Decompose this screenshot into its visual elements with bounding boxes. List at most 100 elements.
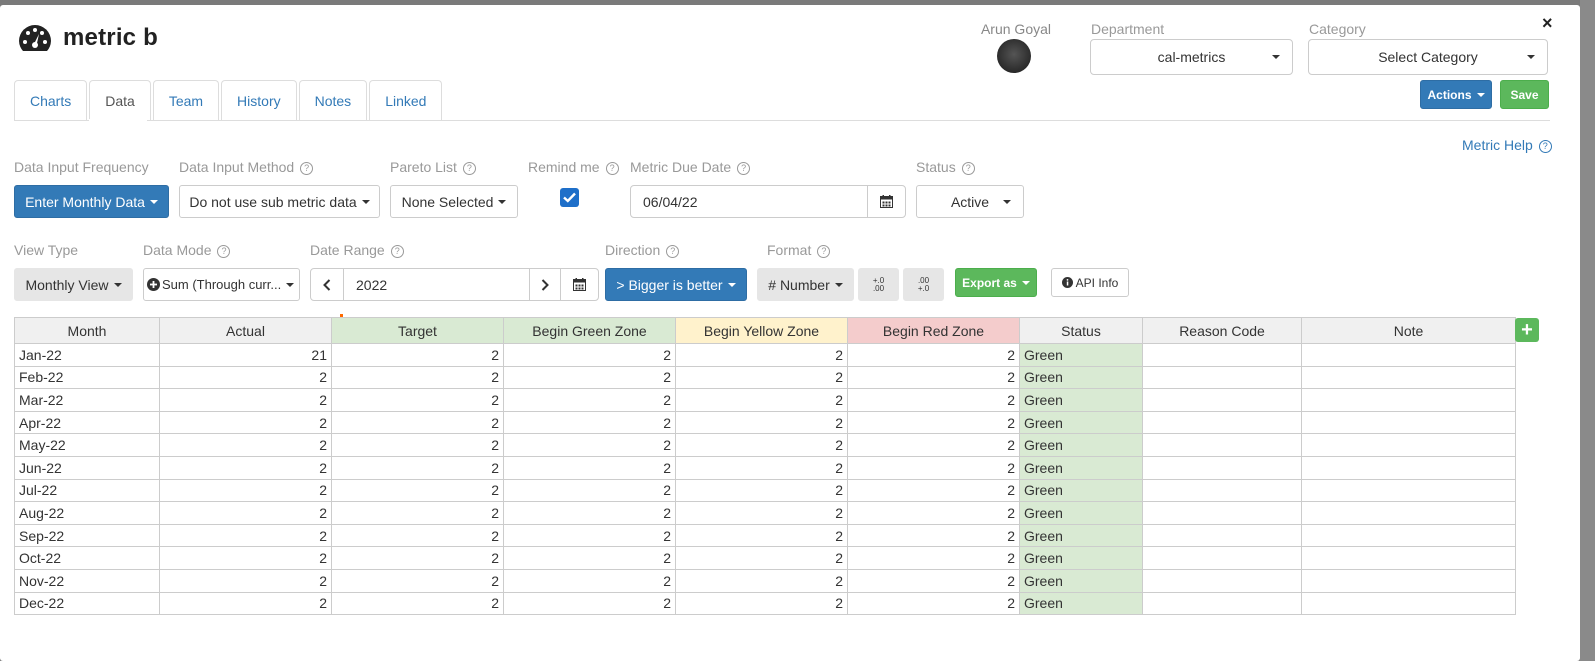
direction-dropdown[interactable]: > Bigger is better <box>605 268 747 301</box>
cell-month[interactable]: Sep-22 <box>14 523 160 548</box>
cell-month[interactable]: Jun-22 <box>14 455 160 480</box>
cell-green-zone[interactable]: 2 <box>503 546 676 570</box>
cell-actual[interactable]: 21 <box>159 343 332 367</box>
cell-red-zone[interactable]: 2 <box>847 433 1020 457</box>
cell-month[interactable]: Apr-22 <box>14 410 160 435</box>
cell-note[interactable] <box>1301 365 1516 390</box>
cell-actual[interactable]: 2 <box>159 591 332 616</box>
method-dropdown[interactable]: Do not use sub metric data <box>179 185 380 218</box>
increase-decimal-button[interactable]: +.0 .00 <box>858 268 899 301</box>
col-header-month[interactable]: Month <box>14 317 160 344</box>
cell-yellow-zone[interactable]: 2 <box>675 343 848 367</box>
status-dropdown[interactable]: Active <box>916 185 1024 218</box>
add-row-button[interactable]: + <box>1515 318 1539 342</box>
cell-reason-code[interactable] <box>1142 546 1302 570</box>
cell-green-zone[interactable]: 2 <box>503 388 676 412</box>
cell-actual[interactable]: 2 <box>159 501 332 525</box>
cell-actual[interactable]: 2 <box>159 523 332 548</box>
cell-actual[interactable]: 2 <box>159 388 332 412</box>
close-icon[interactable]: × <box>1542 13 1553 34</box>
cell-green-zone[interactable]: 2 <box>503 343 676 367</box>
cell-status[interactable]: Green <box>1019 591 1143 616</box>
api-info-button[interactable]: API Info <box>1051 268 1129 297</box>
cell-reason-code[interactable] <box>1142 478 1302 503</box>
cell-green-zone[interactable]: 2 <box>503 501 676 525</box>
cell-actual[interactable]: 2 <box>159 433 332 457</box>
cell-target[interactable]: 2 <box>331 410 504 435</box>
cell-month[interactable]: Feb-22 <box>14 365 160 390</box>
cell-status[interactable]: Green <box>1019 455 1143 480</box>
cell-target[interactable]: 2 <box>331 455 504 480</box>
cell-target[interactable]: 2 <box>331 478 504 503</box>
date-range-next-button[interactable] <box>529 268 561 301</box>
cell-reason-code[interactable] <box>1142 568 1302 593</box>
cell-month[interactable]: Aug-22 <box>14 501 160 525</box>
cell-note[interactable] <box>1301 501 1516 525</box>
cell-yellow-zone[interactable]: 2 <box>675 523 848 548</box>
cell-actual[interactable]: 2 <box>159 546 332 570</box>
tab-data[interactable]: Data <box>89 80 151 121</box>
cell-status[interactable]: Green <box>1019 546 1143 570</box>
cell-red-zone[interactable]: 2 <box>847 546 1020 570</box>
cell-reason-code[interactable] <box>1142 410 1302 435</box>
cell-red-zone[interactable]: 2 <box>847 365 1020 390</box>
cell-yellow-zone[interactable]: 2 <box>675 365 848 390</box>
cell-status[interactable]: Green <box>1019 523 1143 548</box>
cell-reason-code[interactable] <box>1142 523 1302 548</box>
pareto-dropdown[interactable]: None Selected <box>390 185 518 218</box>
date-range-input[interactable]: 2022 <box>343 268 530 301</box>
cell-green-zone[interactable]: 2 <box>503 455 676 480</box>
export-button[interactable]: Export as <box>955 268 1037 297</box>
cell-reason-code[interactable] <box>1142 365 1302 390</box>
cell-target[interactable]: 2 <box>331 343 504 367</box>
cell-yellow-zone[interactable]: 2 <box>675 410 848 435</box>
cell-actual[interactable]: 2 <box>159 365 332 390</box>
cell-note[interactable] <box>1301 591 1516 616</box>
cell-red-zone[interactable]: 2 <box>847 591 1020 616</box>
cell-yellow-zone[interactable]: 2 <box>675 388 848 412</box>
cell-yellow-zone[interactable]: 2 <box>675 591 848 616</box>
col-header-yellow-zone[interactable]: Begin Yellow Zone <box>675 317 848 344</box>
cell-yellow-zone[interactable]: 2 <box>675 501 848 525</box>
cell-month[interactable]: May-22 <box>14 433 160 457</box>
cell-red-zone[interactable]: 2 <box>847 501 1020 525</box>
cell-green-zone[interactable]: 2 <box>503 365 676 390</box>
cell-yellow-zone[interactable]: 2 <box>675 546 848 570</box>
avatar[interactable] <box>997 39 1031 73</box>
tab-history[interactable]: History <box>221 80 297 121</box>
cell-target[interactable]: 2 <box>331 523 504 548</box>
cell-red-zone[interactable]: 2 <box>847 568 1020 593</box>
cell-green-zone[interactable]: 2 <box>503 523 676 548</box>
cell-yellow-zone[interactable]: 2 <box>675 455 848 480</box>
cell-green-zone[interactable]: 2 <box>503 410 676 435</box>
cell-actual[interactable]: 2 <box>159 455 332 480</box>
date-range-prev-button[interactable] <box>310 268 344 301</box>
cell-note[interactable] <box>1301 388 1516 412</box>
cell-note[interactable] <box>1301 410 1516 435</box>
cell-note[interactable] <box>1301 523 1516 548</box>
cell-status[interactable]: Green <box>1019 388 1143 412</box>
frequency-dropdown[interactable]: Enter Monthly Data <box>14 185 169 218</box>
col-header-actual[interactable]: Actual <box>159 317 332 344</box>
col-header-green-zone[interactable]: Begin Green Zone <box>503 317 676 344</box>
cell-target[interactable]: 2 <box>331 365 504 390</box>
cell-actual[interactable]: 2 <box>159 478 332 503</box>
decrease-decimal-button[interactable]: .00 +.0 <box>903 268 944 301</box>
due-date-calendar-button[interactable] <box>867 185 906 218</box>
cell-reason-code[interactable] <box>1142 591 1302 616</box>
cell-red-zone[interactable]: 2 <box>847 478 1020 503</box>
cell-red-zone[interactable]: 2 <box>847 455 1020 480</box>
cell-actual[interactable]: 2 <box>159 568 332 593</box>
cell-yellow-zone[interactable]: 2 <box>675 478 848 503</box>
cell-status[interactable]: Green <box>1019 433 1143 457</box>
cell-target[interactable]: 2 <box>331 591 504 616</box>
cell-month[interactable]: Mar-22 <box>14 388 160 412</box>
cell-red-zone[interactable]: 2 <box>847 410 1020 435</box>
tab-linked[interactable]: Linked <box>369 80 443 121</box>
cell-note[interactable] <box>1301 433 1516 457</box>
format-dropdown[interactable]: # Number <box>757 268 854 301</box>
cell-reason-code[interactable] <box>1142 343 1302 367</box>
cell-red-zone[interactable]: 2 <box>847 343 1020 367</box>
page-scrollbar[interactable] <box>1580 0 1595 661</box>
col-header-red-zone[interactable]: Begin Red Zone <box>847 317 1020 344</box>
